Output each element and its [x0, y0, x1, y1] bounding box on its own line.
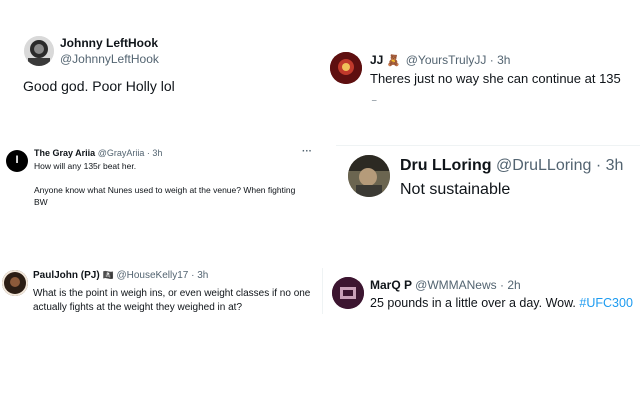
avatar[interactable] [2, 270, 28, 296]
divider [336, 145, 640, 146]
pirate-flag-emoji-icon: 🏴‍☠️ [102, 270, 114, 280]
avatar[interactable] [330, 52, 362, 84]
handle-time[interactable]: @GrayAriia · 3h [98, 148, 163, 158]
avatar-photo-icon [330, 52, 362, 84]
display-name[interactable]: JJ 🧸 @YoursTrulyJJ · 3h [370, 53, 510, 67]
avatar-photo-icon [24, 36, 54, 66]
divider [322, 268, 323, 314]
handle[interactable]: @JohnnyLeftHook [60, 52, 159, 66]
tweet-text: Not sustainable [400, 181, 511, 198]
tweet-card-grayariia[interactable]: I The Gray Ariia @GrayAriia · 3h ··· How… [0, 143, 318, 215]
tweet-text: 25 pounds in a little over a day. Wow. #… [370, 296, 633, 310]
display-name-text[interactable]: The Gray Ariia [34, 148, 95, 158]
display-name[interactable]: Dru LLoring @DruLLoring · 3h [400, 157, 623, 175]
avatar-photo-icon [348, 155, 390, 197]
tweet-text-line: What is the point in weigh ins, or even … [33, 288, 311, 299]
avatar[interactable] [24, 36, 54, 66]
hashtag-link[interactable]: #UFC300 [579, 296, 633, 310]
tweet-text-body: 25 pounds in a little over a day. Wow. [370, 296, 576, 310]
tweet-text: Theres just no way she can continue at 1… [370, 71, 621, 86]
avatar-logo-icon [332, 277, 364, 309]
display-name-text[interactable]: MarQ P [370, 278, 412, 292]
avatar[interactable] [332, 277, 364, 309]
display-name[interactable]: Johnny LeftHook [60, 36, 158, 50]
tweet-text-line: How will any 135r beat her. [34, 161, 137, 171]
display-name[interactable]: MarQ P @WMMANews · 2h [370, 278, 521, 292]
handle-time[interactable]: @HouseKelly17 · 3h [116, 270, 208, 281]
handle-time[interactable]: @WMMANews · 2h [415, 278, 521, 292]
tweet-card-johnny[interactable]: Johnny LeftHook @JohnnyLeftHook Good god… [14, 24, 306, 104]
avatar-letter: I [15, 154, 19, 166]
tweet-text-line: Anyone know what Nunes used to weigh at … [34, 185, 296, 195]
tweet-card-pauljohn[interactable]: PaulJohn (PJ) 🏴‍☠️ @HouseKelly17 · 3h Wh… [0, 262, 318, 322]
display-name-text[interactable]: PaulJohn (PJ) [33, 270, 100, 281]
avatar[interactable] [348, 155, 390, 197]
handle-time[interactable]: @DruLLoring · 3h [496, 157, 623, 174]
tweet-text-line: BW [34, 197, 48, 207]
avatar[interactable]: I [6, 150, 28, 172]
tweet-card-jj[interactable]: JJ 🧸 @YoursTrulyJJ · 3h Theres just no w… [322, 40, 640, 110]
more-options-icon[interactable]: ··· [302, 146, 312, 157]
truncated-mark: _ [372, 92, 377, 101]
avatar-photo-icon [2, 270, 28, 296]
display-name[interactable]: The Gray Ariia @GrayAriia · 3h [34, 148, 162, 158]
display-name[interactable]: PaulJohn (PJ) 🏴‍☠️ @HouseKelly17 · 3h [33, 270, 208, 281]
tweet-text: Good god. Poor Holly lol [23, 78, 175, 94]
display-name-text[interactable]: Dru LLoring [400, 157, 492, 174]
handle-time[interactable]: @YoursTrulyJJ · 3h [406, 53, 511, 67]
tweet-text-line: actually fights at the weight they weigh… [33, 302, 243, 313]
tweet-card-marqp[interactable]: MarQ P @WMMANews · 2h 25 pounds in a lit… [322, 262, 640, 322]
tweet-card-drulloring[interactable]: Dru LLoring @DruLLoring · 3h Not sustain… [336, 145, 640, 210]
display-name-text[interactable]: JJ [370, 53, 383, 67]
teddy-bear-emoji-icon: 🧸 [386, 55, 401, 67]
